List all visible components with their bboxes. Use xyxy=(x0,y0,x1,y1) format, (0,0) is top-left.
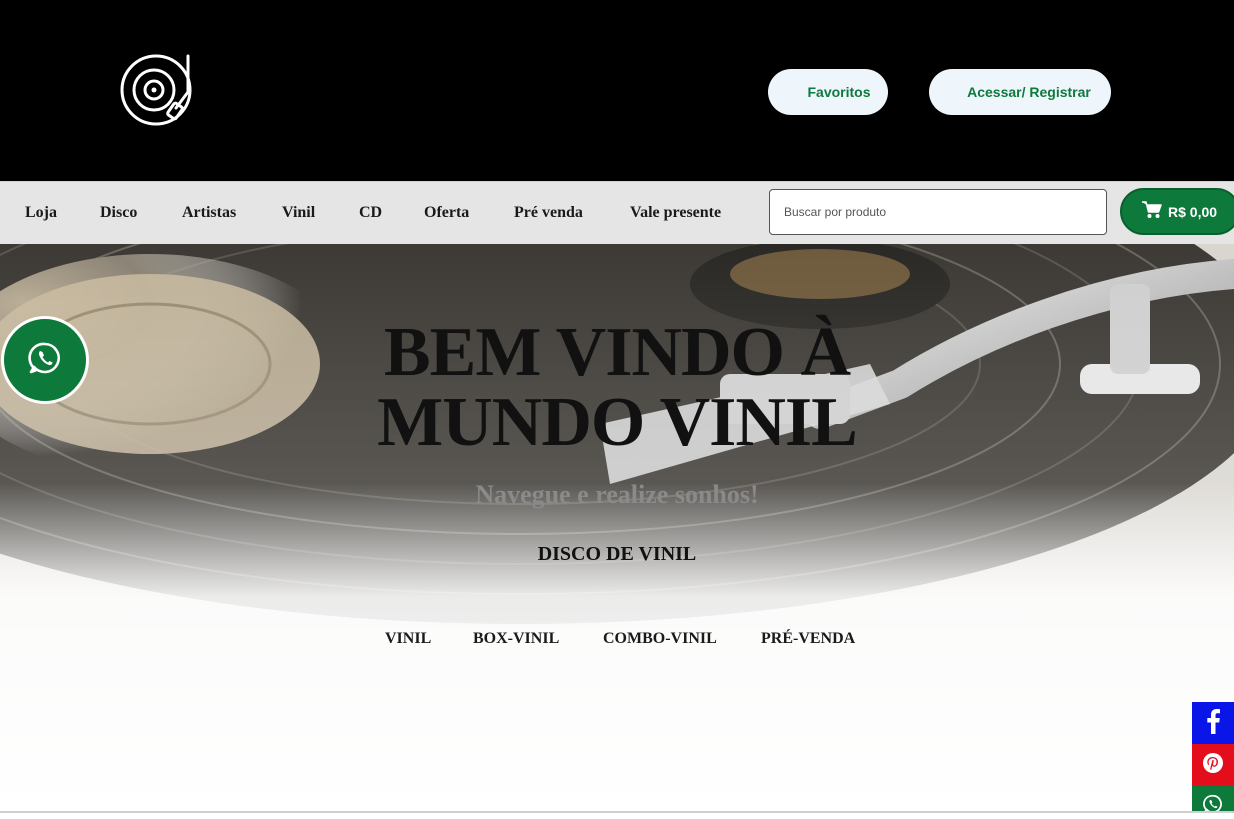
pinterest-icon xyxy=(1202,752,1224,779)
nav-item-disco[interactable]: Disco xyxy=(100,204,137,222)
pinterest-share-button[interactable] xyxy=(1192,744,1234,786)
nav-item-oferta[interactable]: Oferta xyxy=(424,204,469,222)
hero-banner: BEM VINDO À MUNDO VINIL Navegue e realiz… xyxy=(0,244,1234,813)
favorites-button[interactable]: Favoritos xyxy=(768,69,888,115)
hero-title-line-1: BEM VINDO À xyxy=(383,314,851,391)
facebook-icon xyxy=(1205,708,1221,739)
whatsapp-floating-button[interactable] xyxy=(1,316,89,404)
whatsapp-share-button[interactable] xyxy=(1192,786,1234,814)
hero-title-line-2: MUNDO VINIL xyxy=(377,384,858,461)
hero-title: BEM VINDO À MUNDO VINIL xyxy=(0,318,1234,458)
category-pre-venda[interactable]: PRÉ-VENDA xyxy=(761,630,855,648)
whatsapp-icon xyxy=(1203,794,1223,819)
category-combo-vinil[interactable]: COMBO-VINIL xyxy=(603,630,717,648)
nav-item-cd[interactable]: CD xyxy=(359,204,382,222)
main-nav: Loja Disco Artistas Vinil CD Oferta Pré … xyxy=(0,181,1234,244)
turntable-icon[interactable] xyxy=(120,52,198,130)
hero-subtitle: Navegue e realize sonhos! xyxy=(475,480,759,509)
category-box-vinil[interactable]: BOX-VINIL xyxy=(473,630,559,648)
cart-button[interactable]: R$ 0,00 xyxy=(1120,188,1234,235)
search-input[interactable] xyxy=(769,189,1107,235)
favorites-label: Favoritos xyxy=(807,84,871,100)
section-title: DISCO DE VINIL xyxy=(537,543,697,565)
login-register-button[interactable]: Acessar/ Registrar xyxy=(929,69,1111,115)
site-header: Favoritos Acessar/ Registrar xyxy=(0,0,1234,181)
whatsapp-icon xyxy=(28,341,62,380)
nav-item-vinil[interactable]: Vinil xyxy=(282,204,315,222)
category-vinil[interactable]: VINIL xyxy=(385,630,431,648)
nav-item-artistas[interactable]: Artistas xyxy=(182,204,236,222)
login-register-label: Acessar/ Registrar xyxy=(967,84,1091,100)
cart-total: R$ 0,00 xyxy=(1168,203,1218,220)
nav-item-pre-venda[interactable]: Pré venda xyxy=(514,204,583,222)
nav-item-vale-presente[interactable]: Vale presente xyxy=(630,204,721,222)
nav-item-loja[interactable]: Loja xyxy=(25,204,57,222)
cart-icon xyxy=(1142,201,1162,222)
facebook-share-button[interactable] xyxy=(1192,702,1234,744)
